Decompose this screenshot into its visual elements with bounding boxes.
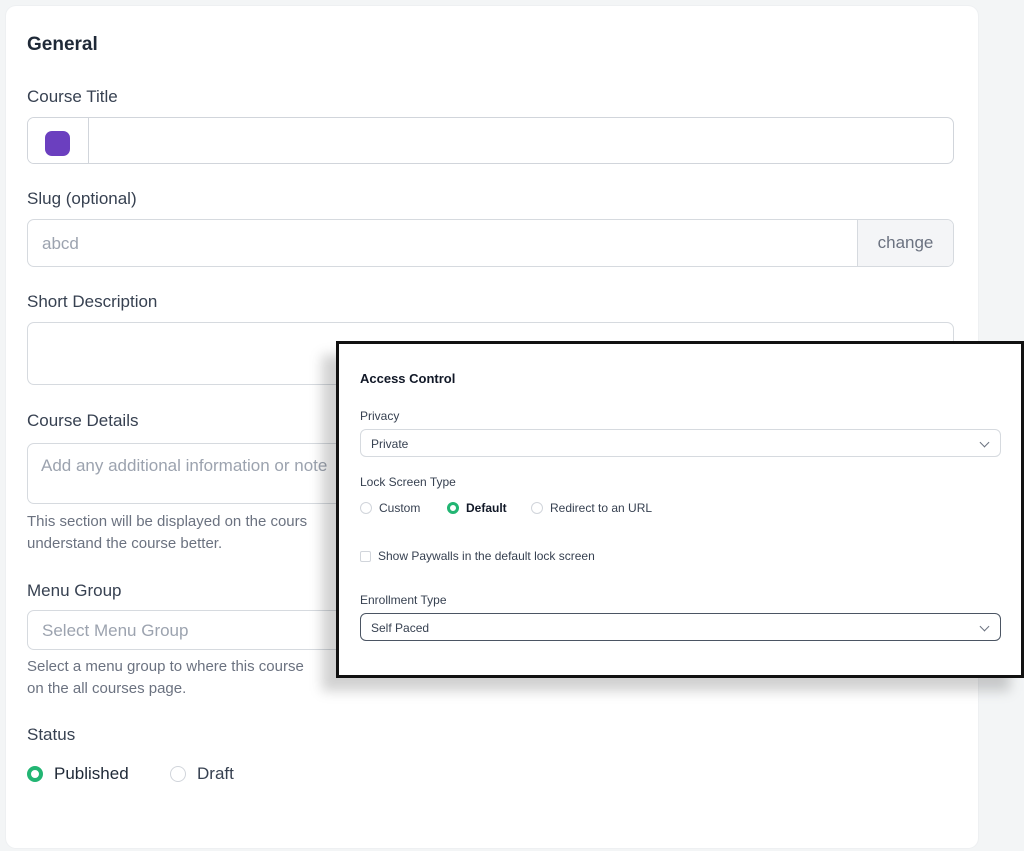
lock-screen-radio-default[interactable]: Default (447, 501, 507, 515)
menu-group-label: Menu Group (27, 581, 122, 600)
lock-screen-radio-redirect[interactable]: Redirect to an URL (531, 501, 652, 515)
paywall-checkbox-label: Show Paywalls in the default lock screen (378, 549, 595, 563)
chevron-down-icon (979, 621, 990, 632)
checkbox-icon (360, 550, 371, 562)
status-label: Status (27, 725, 76, 744)
status-radio-draft[interactable]: Draft (170, 764, 234, 784)
lock-screen-option-label: Redirect to an URL (550, 501, 653, 515)
enrollment-type-label: Enrollment Type (360, 593, 447, 607)
course-icon-picker[interactable] (28, 118, 89, 163)
slug-label: Slug (optional) (27, 189, 137, 208)
course-details-help-1: This section will be displayed on the co… (27, 513, 308, 530)
course-details-label: Course Details (27, 411, 139, 430)
status-radio-published[interactable]: Published (27, 764, 129, 784)
course-title-label: Course Title (27, 87, 118, 106)
radio-selected-icon (447, 502, 459, 514)
lock-screen-radio-custom[interactable]: Custom (360, 501, 420, 515)
lock-screen-option-label: Custom (379, 501, 421, 515)
course-title-input[interactable] (90, 118, 953, 163)
course-details-placeholder: Add any additional information or note (41, 456, 328, 475)
paywall-checkbox[interactable]: Show Paywalls in the default lock screen (360, 549, 595, 563)
course-title-field (27, 117, 954, 164)
short-description-label: Short Description (27, 292, 158, 311)
menu-group-help-1: Select a menu group to where this course (27, 658, 304, 675)
chevron-down-icon (979, 437, 990, 448)
slug-change-button[interactable]: change (857, 220, 953, 266)
course-color-icon (45, 131, 70, 156)
access-control-title: Access Control (360, 371, 456, 386)
status-option-label: Draft (197, 764, 234, 783)
enrollment-type-value: Self Paced (371, 621, 430, 635)
enrollment-type-select[interactable]: Self Paced (360, 613, 1001, 641)
radio-unselected-icon (360, 502, 372, 514)
access-control-panel: Access Control Privacy Private Lock Scre… (336, 341, 1024, 678)
lock-screen-option-label: Default (466, 501, 507, 515)
radio-unselected-icon (531, 502, 543, 514)
slug-field: abcd change (27, 219, 954, 267)
menu-group-placeholder: Select Menu Group (42, 621, 189, 640)
menu-group-help-2: on the all courses page. (27, 680, 187, 697)
status-option-label: Published (54, 764, 129, 783)
radio-selected-icon (27, 766, 43, 782)
privacy-value: Private (371, 437, 409, 451)
privacy-select[interactable]: Private (360, 429, 1001, 457)
lock-screen-label: Lock Screen Type (360, 475, 456, 489)
slug-input[interactable]: abcd (42, 234, 79, 254)
section-heading-general: General (27, 34, 98, 55)
course-details-help-2: understand the course better. (27, 535, 223, 552)
radio-unselected-icon (170, 766, 186, 782)
privacy-label: Privacy (360, 409, 400, 423)
